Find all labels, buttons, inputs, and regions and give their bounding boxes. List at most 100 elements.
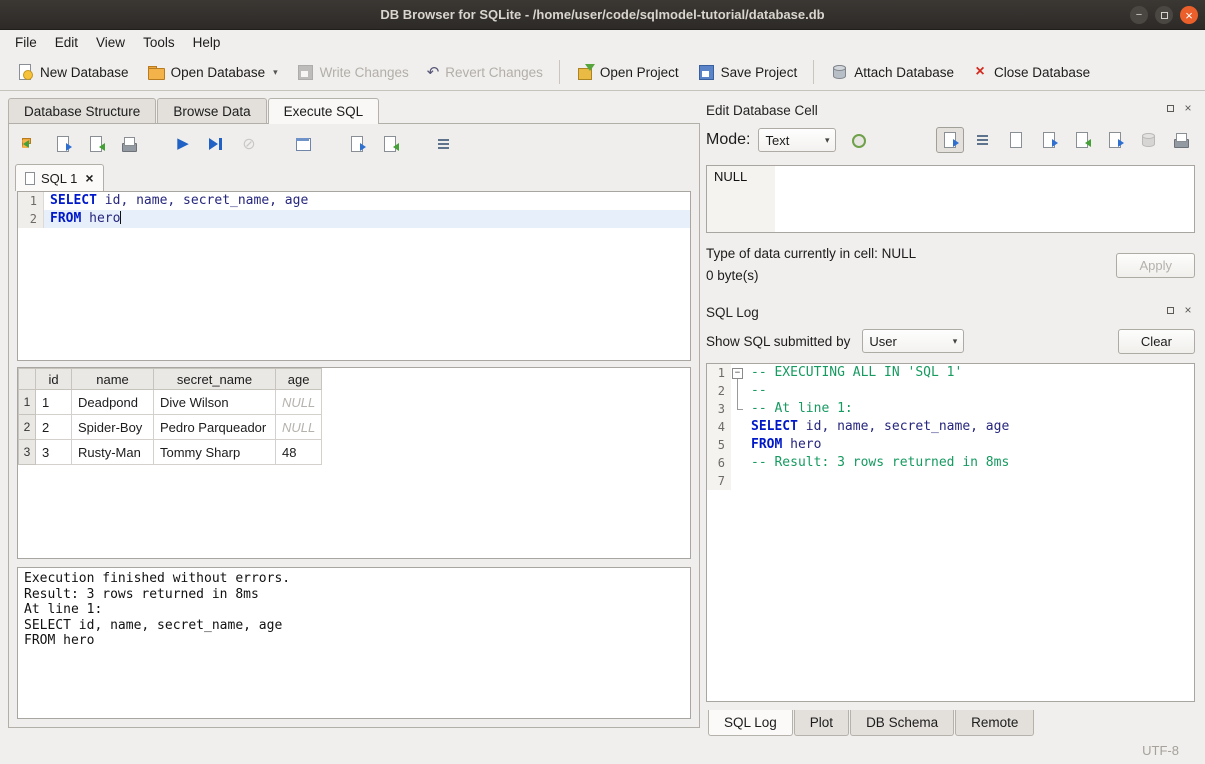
menu-tools[interactable]: Tools: [134, 33, 184, 52]
column-header-id[interactable]: id: [36, 369, 72, 390]
sql-log-view[interactable]: 1-- EXECUTING ALL IN 'SQL 1'2--3-- At li…: [706, 363, 1195, 702]
menu-file[interactable]: File: [6, 33, 46, 52]
menu-view[interactable]: View: [87, 33, 134, 52]
format-sql-button[interactable]: [431, 131, 457, 157]
code-line[interactable]: 2FROM hero: [18, 210, 690, 228]
mode-select[interactable]: Text ▾: [758, 128, 836, 152]
copy-cell-button[interactable]: [1002, 127, 1030, 153]
row-number[interactable]: 1: [19, 390, 36, 415]
new-database-icon: [16, 63, 34, 81]
export-cell-button[interactable]: [1101, 127, 1129, 153]
column-header-name[interactable]: name: [72, 369, 154, 390]
close-panel-icon[interactable]: ×: [1181, 303, 1195, 317]
save-sql-as-button[interactable]: [83, 131, 109, 157]
table-cell[interactable]: 3: [36, 440, 72, 465]
import-sql-button[interactable]: [344, 131, 370, 157]
code-line[interactable]: 1SELECT id, name, secret_name, age: [18, 192, 690, 210]
auto-switch-mode-button[interactable]: [844, 127, 872, 153]
row-number[interactable]: 3: [19, 440, 36, 465]
chevron-down-icon[interactable]: ▾: [273, 67, 278, 78]
table-cell[interactable]: Dive Wilson: [154, 390, 276, 415]
print-cell-button[interactable]: [1167, 127, 1195, 153]
format-icon: [435, 135, 453, 153]
dock-tab-db-schema[interactable]: DB Schema: [850, 710, 954, 736]
table-cell[interactable]: Pedro Parqueador: [154, 415, 276, 440]
close-button[interactable]: ×: [1180, 6, 1198, 24]
code-line[interactable]: 7: [707, 472, 1194, 490]
status-bar: UTF-8: [0, 736, 1205, 764]
close-tab-icon[interactable]: ×: [85, 170, 93, 186]
open-sql-file-button[interactable]: [17, 131, 43, 157]
sql-tab-label: SQL 1: [41, 171, 77, 186]
table-row: 22Spider-BoyPedro ParqueadorNULL: [19, 415, 322, 440]
table-cell[interactable]: NULL: [276, 415, 322, 440]
table-cell[interactable]: Rusty-Man: [72, 440, 154, 465]
code-line[interactable]: 5FROM hero: [707, 436, 1194, 454]
code-line[interactable]: 2--: [707, 382, 1194, 400]
line-number: 6: [707, 454, 731, 472]
save-sql-file-button[interactable]: [50, 131, 76, 157]
dock-tab-remote[interactable]: Remote: [955, 710, 1034, 736]
row-number[interactable]: 2: [19, 415, 36, 440]
new-sql-tab-button[interactable]: [290, 131, 316, 157]
fold-margin: [731, 454, 745, 472]
dock-tab-plot[interactable]: Plot: [794, 710, 849, 736]
menu-help[interactable]: Help: [184, 33, 230, 52]
execute-all-button[interactable]: ▶: [170, 131, 196, 157]
table-cell[interactable]: Deadpond: [72, 390, 154, 415]
close-panel-icon[interactable]: ×: [1181, 101, 1195, 115]
minimize-button[interactable]: −: [1130, 6, 1148, 24]
sql-log-title: SQL Log: [706, 305, 759, 320]
tab-browse-data[interactable]: Browse Data: [157, 98, 266, 124]
table-cell[interactable]: 1: [36, 390, 72, 415]
sql-log-filter-row: Show SQL submitted by User ▾ Clear: [706, 325, 1195, 357]
fold-margin: [731, 418, 745, 436]
save-project-button[interactable]: Save Project: [689, 59, 806, 85]
open-project-button[interactable]: Open Project: [568, 59, 687, 85]
attach-database-button[interactable]: Attach Database: [822, 59, 962, 85]
sql-editor[interactable]: 1SELECT id, name, secret_name, age2FROM …: [17, 191, 691, 361]
results-grid: idnamesecret_nameage11DeadpondDive Wilso…: [17, 367, 691, 559]
text-view-button[interactable]: [936, 127, 964, 153]
new-database-button[interactable]: New Database: [8, 59, 137, 85]
menu-edit[interactable]: Edit: [46, 33, 87, 52]
paste-cell-button[interactable]: [1035, 127, 1063, 153]
code-line[interactable]: 3-- At line 1:: [707, 400, 1194, 418]
revert-changes-label: Revert Changes: [445, 65, 543, 80]
code-line[interactable]: 1-- EXECUTING ALL IN 'SQL 1': [707, 364, 1194, 382]
close-database-button[interactable]: × Close Database: [964, 59, 1098, 85]
sql-tab[interactable]: SQL 1 ×: [15, 164, 104, 191]
titlebar[interactable]: DB Browser for SQLite - /home/user/code/…: [0, 0, 1205, 30]
table-cell[interactable]: 2: [36, 415, 72, 440]
table-cell[interactable]: NULL: [276, 390, 322, 415]
word-wrap-button[interactable]: [969, 127, 997, 153]
column-header-secret_name[interactable]: secret_name: [154, 369, 276, 390]
left-panel: Database Structure Browse Data Execute S…: [0, 91, 700, 736]
tab-database-structure[interactable]: Database Structure: [8, 98, 156, 124]
clear-log-button[interactable]: Clear: [1118, 329, 1195, 354]
export-sql-button[interactable]: [377, 131, 403, 157]
table-cell[interactable]: Spider-Boy: [72, 415, 154, 440]
maximize-button[interactable]: [1155, 6, 1173, 24]
edit-cell-title: Edit Database Cell: [706, 103, 818, 118]
open-database-button[interactable]: Open Database ▾: [139, 59, 286, 85]
table-cell[interactable]: Tommy Sharp: [154, 440, 276, 465]
save-project-icon: [697, 63, 715, 81]
table-cell[interactable]: 48: [276, 440, 322, 465]
float-panel-icon[interactable]: [1163, 101, 1177, 115]
submitter-select[interactable]: User ▾: [862, 329, 964, 353]
dock-tab-sql-log[interactable]: SQL Log: [708, 710, 793, 736]
encoding-indicator[interactable]: UTF-8: [1142, 743, 1179, 758]
import-cell-button[interactable]: [1068, 127, 1096, 153]
write-changes-icon: [296, 63, 314, 81]
code-line[interactable]: 4SELECT id, name, secret_name, age: [707, 418, 1194, 436]
copy-icon: [1007, 131, 1025, 149]
tab-execute-sql[interactable]: Execute SQL: [268, 98, 380, 124]
float-panel-icon[interactable]: [1163, 303, 1177, 317]
execute-current-line-button[interactable]: [203, 131, 229, 157]
print-sql-button[interactable]: [116, 131, 142, 157]
column-header-age[interactable]: age: [276, 369, 322, 390]
code-line[interactable]: 6-- Result: 3 rows returned in 8ms: [707, 454, 1194, 472]
cell-editor[interactable]: NULL: [706, 165, 1195, 233]
fold-collapse-icon[interactable]: [731, 364, 745, 382]
